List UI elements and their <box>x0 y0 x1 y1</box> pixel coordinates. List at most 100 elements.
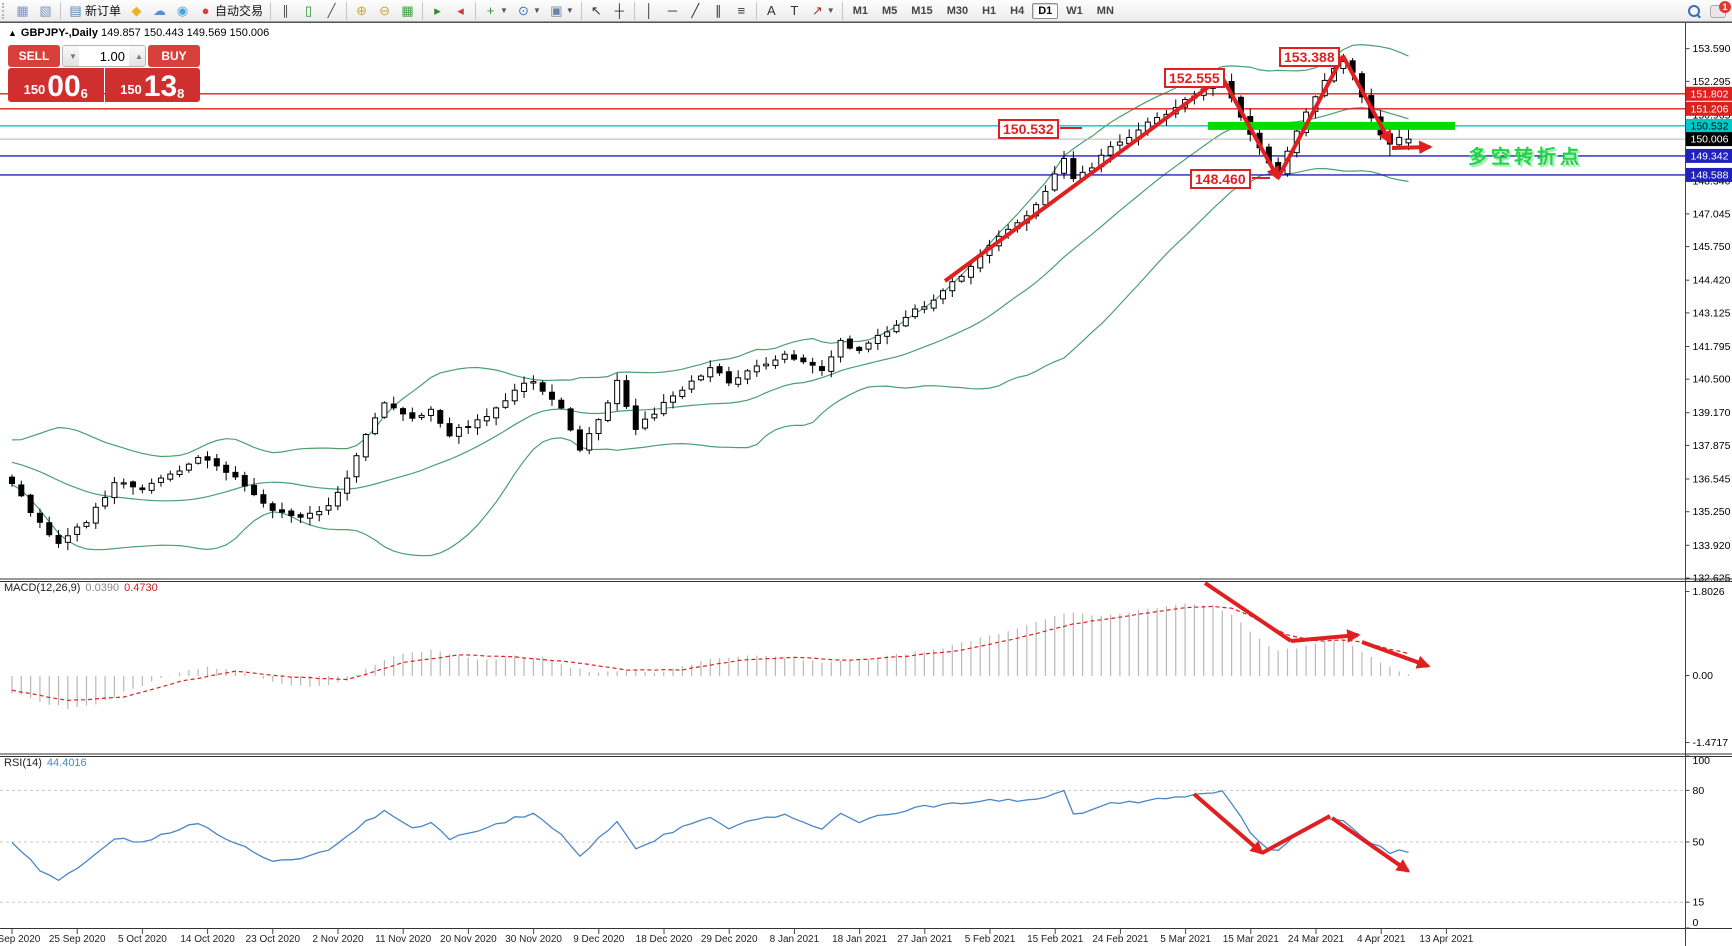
macd-signal-line <box>11 605 1409 702</box>
rsi-trend-arrows[interactable] <box>1192 792 1411 873</box>
timeframe-m30[interactable]: M30 <box>941 3 974 19</box>
zoom-in-button[interactable]: ⊕ <box>350 0 373 22</box>
cursor-button[interactable]: ↖ <box>585 0 608 22</box>
auto-scroll-button[interactable]: ▸ <box>426 0 449 22</box>
collapse-icon[interactable]: ▲ <box>8 28 17 38</box>
tile-windows-button[interactable]: ▦ <box>396 0 419 22</box>
turning-point-note[interactable]: 多空转折点 <box>1468 142 1583 169</box>
date-label: 15 Mar 2021 <box>1223 934 1280 945</box>
price-label-153388[interactable]: 153.388 <box>1279 47 1340 67</box>
price-tick-label: 133.920 <box>1693 540 1731 552</box>
marketwatch-button[interactable]: ☁ <box>148 0 171 22</box>
new-order-label: 新订单 <box>85 4 122 18</box>
timeframe-h1[interactable]: H1 <box>976 3 1002 19</box>
crosshair-button[interactable]: ┼ <box>608 0 631 22</box>
signals-button[interactable]: ◉ <box>171 0 194 22</box>
bar-chart-icon: ∥ <box>282 2 289 18</box>
candlestick-button[interactable]: ▯ <box>297 0 320 22</box>
timeframe-m5[interactable]: M5 <box>876 3 903 19</box>
price-label-148460[interactable]: 148.460 <box>1190 169 1251 189</box>
timeframe-w1[interactable]: W1 <box>1060 3 1089 19</box>
macd-scale-label: 0.00 <box>1693 670 1714 682</box>
buy-button[interactable]: BUY <box>148 45 200 67</box>
date-label: 11 Nov 2020 <box>375 934 431 945</box>
price-tick-label: 135.250 <box>1693 506 1731 518</box>
price-tick-label: 140.500 <box>1693 374 1731 386</box>
trend-arrows[interactable] <box>943 55 1433 283</box>
sell-price[interactable]: 150 00 6 <box>8 68 104 102</box>
macd-label: MACD(12,26,9) 0.0390 0.4730 <box>4 582 158 594</box>
toolbar-separator <box>633 1 635 20</box>
bar-chart-button[interactable]: ∥ <box>274 0 297 22</box>
trendline-button[interactable]: ╱ <box>684 0 707 22</box>
volume-input[interactable] <box>79 46 129 66</box>
buy-price[interactable]: 150 13 8 <box>104 68 200 103</box>
channel-button[interactable]: ∥ <box>707 0 730 22</box>
new-order-button[interactable]: ▤ 新订单 <box>64 0 125 22</box>
notification-badge: 1 <box>1719 0 1731 13</box>
chart-area[interactable]: 153.590152.295150.965148.340147.045145.7… <box>0 22 1732 946</box>
horizontal-level-lines[interactable] <box>0 93 1685 176</box>
chart-title-line: ▲ GBPJPY-,Daily 149.857 150.443 149.569 1… <box>8 27 269 39</box>
chevron-down-icon[interactable]: ▼ <box>533 6 541 15</box>
arrows-button[interactable]: ↗ ▼ <box>806 0 839 22</box>
timeframe-m15[interactable]: M15 <box>905 3 938 19</box>
volume-up-button[interactable]: ▲ <box>129 46 145 66</box>
date-label: 4 Apr 2021 <box>1357 934 1406 945</box>
toolbar-separator <box>346 1 348 20</box>
signals-icon: ◉ <box>176 2 189 18</box>
volume-down-button[interactable]: ▼ <box>63 46 79 66</box>
trendline-icon: ╱ <box>691 2 700 18</box>
timeframe-m1[interactable]: M1 <box>847 3 874 19</box>
date-label: 18 Dec 2020 <box>636 934 693 945</box>
toolbar-separator <box>841 1 843 20</box>
marketwatch-icon: ☁ <box>153 2 167 18</box>
new-chart-icon: ▦ <box>16 2 29 18</box>
macd-trend-arrows[interactable] <box>1203 581 1431 669</box>
deposit-button[interactable]: ◆ <box>125 0 148 22</box>
zoom-out-button[interactable]: ⊖ <box>373 0 396 22</box>
rsi-line <box>11 789 1409 882</box>
chevron-down-icon[interactable]: ▼ <box>566 6 574 15</box>
text-button[interactable]: A <box>760 0 783 22</box>
support-zone-bar[interactable] <box>1208 121 1455 130</box>
timeframe-d1[interactable]: D1 <box>1032 2 1059 19</box>
macd-signal-value: 0.4730 <box>124 582 158 594</box>
price-tick-label: 145.750 <box>1693 241 1731 253</box>
periods-button[interactable]: ⊙ ▼ <box>512 0 545 22</box>
chart-shift-icon: ◂ <box>457 2 464 18</box>
buy-price-head: 150 <box>120 82 142 97</box>
text-icon: A <box>766 2 776 18</box>
timeframe-mn[interactable]: MN <box>1091 3 1120 19</box>
chevron-down-icon[interactable]: ▼ <box>500 6 508 15</box>
date-label: 15 Feb 2021 <box>1027 934 1084 945</box>
notifications-icon[interactable]: 1 <box>1710 0 1731 18</box>
chart-shift-button[interactable]: ◂ <box>449 0 472 22</box>
chart-symbol-title: GBPJPY-,Daily <box>20 27 98 39</box>
text-label-button[interactable]: T <box>783 0 806 22</box>
timeframe-h4[interactable]: H4 <box>1004 3 1030 19</box>
toolbar: ▦ ▧ ▤ 新订单 ◆ ☁ ◉ ● 自动交易 ∥ ▯ ╱ ⊕ ⊖ ▦ ▸ ◂ + ▼ ⊙ ▼ ▣ ▼ ↖ ┼ │ ─ ╱ ∥ ≡ A T ↗ ▼ M… <box>0 0 1732 22</box>
buy-price-big: 13 <box>143 70 178 103</box>
price-label-152555[interactable]: 152.555 <box>1164 68 1225 88</box>
price-label-150532[interactable]: 150.532 <box>998 119 1059 139</box>
volume-stepper: ▼ ▲ <box>62 45 146 67</box>
date-label: 16 Sep 2020 <box>0 934 41 945</box>
sell-button[interactable]: SELL <box>8 45 60 67</box>
horizontal-line-button[interactable]: ─ <box>661 0 684 22</box>
search-icon[interactable] <box>1688 5 1701 19</box>
line-chart-button[interactable]: ╱ <box>320 0 343 22</box>
rsi-scale-label: 80 <box>1693 785 1705 797</box>
templates-button[interactable]: ▣ ▼ <box>545 0 578 22</box>
new-chart-button[interactable]: ▦ <box>11 0 34 22</box>
periods-icon: ⊙ <box>518 2 529 18</box>
price-badge: 150.006 <box>1691 134 1729 146</box>
chevron-down-icon[interactable]: ▼ <box>827 6 835 15</box>
vertical-line-button[interactable]: │ <box>638 0 661 22</box>
price-tick-label: 139.170 <box>1693 407 1731 419</box>
indicators-button[interactable]: + ▼ <box>479 0 512 22</box>
price-tick-label: 137.875 <box>1693 440 1731 452</box>
fibonacci-button[interactable]: ≡ <box>730 0 753 22</box>
autotrading-button[interactable]: ● 自动交易 <box>194 0 267 22</box>
chart-profiles-button[interactable]: ▧ <box>34 0 57 22</box>
